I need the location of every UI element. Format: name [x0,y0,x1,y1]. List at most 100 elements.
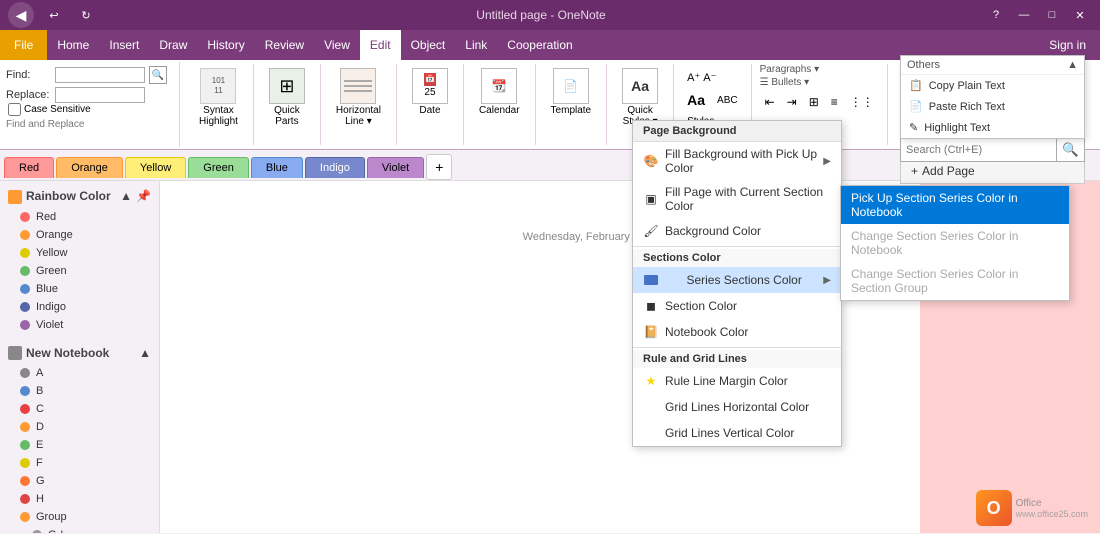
others-collapse-icon[interactable]: ▲ [1067,59,1078,71]
menu-item-history[interactable]: History [197,30,254,60]
close-button[interactable]: ✕ [1068,5,1092,25]
c-dot [20,404,30,414]
section-f[interactable]: F [0,454,159,472]
maximize-button[interactable]: □ [1040,5,1064,25]
series-sections-color-item[interactable]: Series Sections Color ▶ [633,267,841,293]
quick-styles-icon: Aa [622,68,658,104]
notebook-color-item[interactable]: 📔 Notebook Color [633,319,841,345]
g-i-dot [32,530,42,533]
table-button[interactable]: ⊞ [804,92,824,112]
search-input[interactable] [901,141,1056,159]
pickup-series-color-item[interactable]: Pick Up Section Series Color in Notebook [841,186,1069,224]
indent-right-button[interactable]: ⇥ [782,92,802,112]
tab-red[interactable]: Red [4,157,54,178]
quick-parts-label: QuickParts [274,105,300,127]
menu-item-insert[interactable]: Insert [99,30,149,60]
template-icon: 📄 [553,68,589,104]
highlight-text-button[interactable]: ✎ Highlight Text [901,117,1084,138]
add-page-button[interactable]: + Add Page [901,159,1084,183]
section-g[interactable]: G [0,472,159,490]
section-indigo[interactable]: Indigo [0,298,159,316]
copy-plain-button[interactable]: 📋 Copy Plain Text [901,75,1084,96]
section-green[interactable]: Green [0,262,159,280]
abc-button[interactable]: ABC [712,89,743,111]
tab-yellow[interactable]: Yellow [125,157,186,178]
grid-vertical-color-item[interactable]: Grid Lines Vertical Color [633,420,841,446]
paste-rich-label: Paste Rich Text [929,101,1005,113]
sign-in-button[interactable]: Sign in [1035,38,1100,52]
section-yellow[interactable]: Yellow [0,244,159,262]
paste-rich-icon: 📄 [909,100,923,113]
minimize-button[interactable]: — [1012,5,1036,25]
find-search-button[interactable]: 🔍 [149,66,167,84]
green-label: Green [36,265,67,277]
notebook-new-header[interactable]: New Notebook ▲ [0,342,159,364]
section-a[interactable]: A [0,364,159,382]
change-series-notebook-item[interactable]: Change Section Series Color in Notebook [841,224,1069,262]
menu-item-draw[interactable]: Draw [149,30,197,60]
menu-item-review[interactable]: Review [255,30,314,60]
case-sensitive-checkbox[interactable] [8,103,21,116]
menu-item-edit[interactable]: Edit [360,30,401,60]
blue-label: Blue [36,283,58,295]
change-series-group-item[interactable]: Change Section Series Color in Section G… [841,262,1069,300]
section-group[interactable]: Group [0,508,159,526]
section-d[interactable]: D [0,418,159,436]
grid-horizontal-color-item[interactable]: Grid Lines Horizontal Color [633,394,841,420]
red-label: Red [36,211,56,223]
section-b[interactable]: B [0,382,159,400]
add-tab-button[interactable]: + [426,154,452,180]
section-h[interactable]: H [0,490,159,508]
menu-item-object[interactable]: Object [401,30,456,60]
paste-rich-button[interactable]: 📄 Paste Rich Text [901,96,1084,117]
redo-button[interactable]: ↻ [74,5,98,25]
section-red[interactable]: Red [0,208,159,226]
format-button[interactable]: ≡ [826,92,843,112]
help-button[interactable]: ? [984,5,1008,25]
back-button[interactable]: ◀ [8,2,34,28]
menu-item-home[interactable]: Home [47,30,99,60]
tab-violet[interactable]: Violet [367,157,424,178]
horizontal-line-button[interactable]: HorizontalLine ▾ [329,64,388,131]
fill-page-current-item[interactable]: ▣ Fill Page with Current Section Color [633,180,841,218]
notebook-rainbow-header[interactable]: Rainbow Color ▲ 📌 [0,185,159,208]
green-dot [20,266,30,276]
tab-indigo[interactable]: Indigo [305,157,365,178]
undo-button[interactable]: ↩ [42,5,66,25]
menu-item-link[interactable]: Link [455,30,497,60]
tab-blue[interactable]: Blue [251,157,303,178]
search-button[interactable]: 🔍 [1056,139,1084,161]
find-replace-link[interactable]: Find and Replace [6,119,173,130]
grid-button[interactable]: ⋮⋮ [845,92,879,112]
calendar-button[interactable]: 📆 Calendar [472,64,527,120]
font-aa-button[interactable]: Aa [682,89,710,111]
add-page-label: Add Page [922,164,975,178]
find-input[interactable] [55,67,145,83]
h-dot [20,494,30,504]
quick-parts-button[interactable]: ⊞ QuickParts [262,64,312,131]
abc-icon: ABC [717,95,738,106]
section-color-item[interactable]: ◼ Section Color [633,293,841,319]
date-button[interactable]: 📅 25 Date [405,64,455,120]
fill-background-pickup-item[interactable]: 🎨 Fill Background with Pick Up Color ▶ [633,142,841,180]
sidebar: Rainbow Color ▲ 📌 Red Orange Yellow Gree… [0,181,160,533]
indent-left-button[interactable]: ⇤ [760,92,780,112]
font-size-btn[interactable]: A⁺ A⁻ [682,68,742,87]
background-color-item[interactable]: 🖌 Background Color [633,218,841,244]
section-orange[interactable]: Orange [0,226,159,244]
section-blue[interactable]: Blue [0,280,159,298]
rule-margin-color-item[interactable]: ★ Rule Line Margin Color [633,368,841,394]
blue-dot [20,284,30,294]
section-e[interactable]: E [0,436,159,454]
syntax-highlight-button[interactable]: 10111 SyntaxHighlight [192,64,245,131]
replace-input[interactable] [55,87,145,103]
menu-item-cooperation[interactable]: Cooperation [497,30,582,60]
section-g-i[interactable]: G-I [0,526,159,533]
section-c[interactable]: C [0,400,159,418]
tab-orange[interactable]: Orange [56,157,123,178]
menu-item-file[interactable]: File [0,30,47,60]
tab-green[interactable]: Green [188,157,249,178]
template-button[interactable]: 📄 Template [544,64,599,120]
section-violet[interactable]: Violet [0,316,159,334]
menu-item-view[interactable]: View [314,30,360,60]
